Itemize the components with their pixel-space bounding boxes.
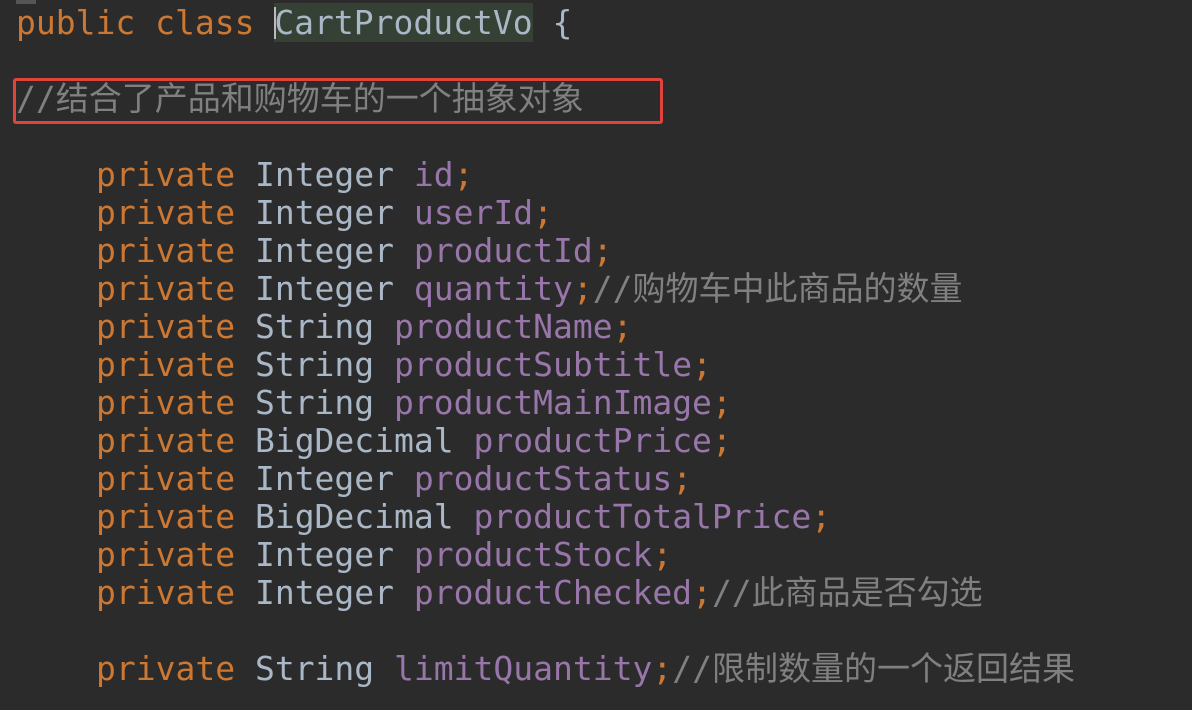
private-keyword: private <box>96 535 236 574</box>
semicolon: ; <box>533 193 553 232</box>
field-name[interactable]: limitQuantity <box>394 649 652 688</box>
field-declaration-line: private BigDecimal productTotalPrice; <box>96 498 831 536</box>
private-keyword: private <box>96 383 236 422</box>
private-keyword: private <box>96 421 236 460</box>
field-declaration-line: private Integer id; <box>96 156 474 194</box>
field-type: Integer <box>254 231 395 270</box>
field-name[interactable]: productId <box>414 231 593 270</box>
private-keyword: private <box>96 155 236 194</box>
semicolon: ; <box>572 269 593 308</box>
semicolon: ; <box>711 421 732 460</box>
field-name[interactable]: productMainImage <box>394 383 712 422</box>
field-type: String <box>254 345 375 384</box>
field-declaration-line: private Integer productStock; <box>96 536 672 574</box>
semicolon: ; <box>692 573 712 612</box>
field-type: Integer <box>254 155 395 194</box>
private-keyword: private <box>96 459 236 498</box>
class-name[interactable]: CartProductVo <box>274 3 533 42</box>
private-keyword: private <box>96 269 236 308</box>
private-keyword: private <box>96 345 236 384</box>
field-type: Integer <box>254 269 395 308</box>
field-name[interactable]: productTotalPrice <box>474 497 812 536</box>
field-name[interactable]: productChecked <box>414 573 692 612</box>
field-name[interactable]: quantity <box>414 269 573 308</box>
semicolon: ; <box>672 459 693 498</box>
field-type: Integer <box>254 573 395 612</box>
private-keyword: private <box>96 307 236 346</box>
field-declaration-line: private Integer quantity;//购物车中此商品的数量 <box>96 270 962 308</box>
field-comment: //购物车中此商品的数量 <box>592 269 963 308</box>
text-cursor <box>274 6 277 39</box>
field-comment: //限制数量的一个返回结果 <box>672 649 1075 688</box>
field-type: String <box>254 649 375 688</box>
private-keyword: private <box>96 497 236 536</box>
field-type: Integer <box>254 193 395 232</box>
semicolon: ; <box>592 231 613 270</box>
private-keyword: private <box>96 231 236 270</box>
field-declaration-line: private String productMainImage; <box>96 384 732 422</box>
private-keyword: private <box>96 193 236 232</box>
field-name[interactable]: userId <box>414 193 533 232</box>
semicolon: ; <box>652 535 673 574</box>
field-name[interactable]: productSubtitle <box>394 345 692 384</box>
field-name[interactable]: productPrice <box>474 421 712 460</box>
field-name[interactable]: productName <box>394 307 613 346</box>
semicolon: ; <box>711 383 732 422</box>
class-declaration-line: public class CartProductVo { <box>16 3 573 42</box>
field-name[interactable]: productStatus <box>414 459 672 498</box>
semicolon: ; <box>453 155 474 194</box>
semicolon: ; <box>811 497 832 536</box>
open-brace: { <box>552 3 573 42</box>
semicolon: ; <box>692 345 712 384</box>
field-declaration-line: private String productSubtitle; <box>96 346 712 384</box>
field-type: String <box>254 383 375 422</box>
private-keyword: private <box>96 573 236 612</box>
code-editor[interactable]: public class CartProductVo { //结合了产品和购物车… <box>0 0 1192 710</box>
field-type: Integer <box>254 535 395 574</box>
annotation-highlight-box <box>13 78 663 124</box>
field-declaration-line: private Integer userId; <box>96 194 553 232</box>
field-declaration-line: private String productName; <box>96 308 632 346</box>
field-comment: //此商品是否勾选 <box>711 573 983 612</box>
field-type: BigDecimal <box>254 497 454 536</box>
semicolon: ; <box>652 649 673 688</box>
public-keyword: public <box>16 3 136 42</box>
field-declaration-line: private String limitQuantity;//限制数量的一个返回… <box>96 650 1075 688</box>
field-declaration-line: private Integer productId; <box>96 232 613 270</box>
private-keyword: private <box>96 649 236 688</box>
field-declaration-line: private Integer productChecked;//此商品是否勾选 <box>96 574 983 612</box>
field-name[interactable]: id <box>414 155 454 194</box>
field-type: BigDecimal <box>254 421 454 460</box>
field-type: String <box>254 307 375 346</box>
field-type: Integer <box>254 459 395 498</box>
field-name[interactable]: productStock <box>414 535 652 574</box>
class-keyword: class <box>155 3 255 42</box>
field-declaration-line: private BigDecimal productPrice; <box>96 422 732 460</box>
field-declaration-line: private Integer productStatus; <box>96 460 692 498</box>
semicolon: ; <box>612 307 633 346</box>
